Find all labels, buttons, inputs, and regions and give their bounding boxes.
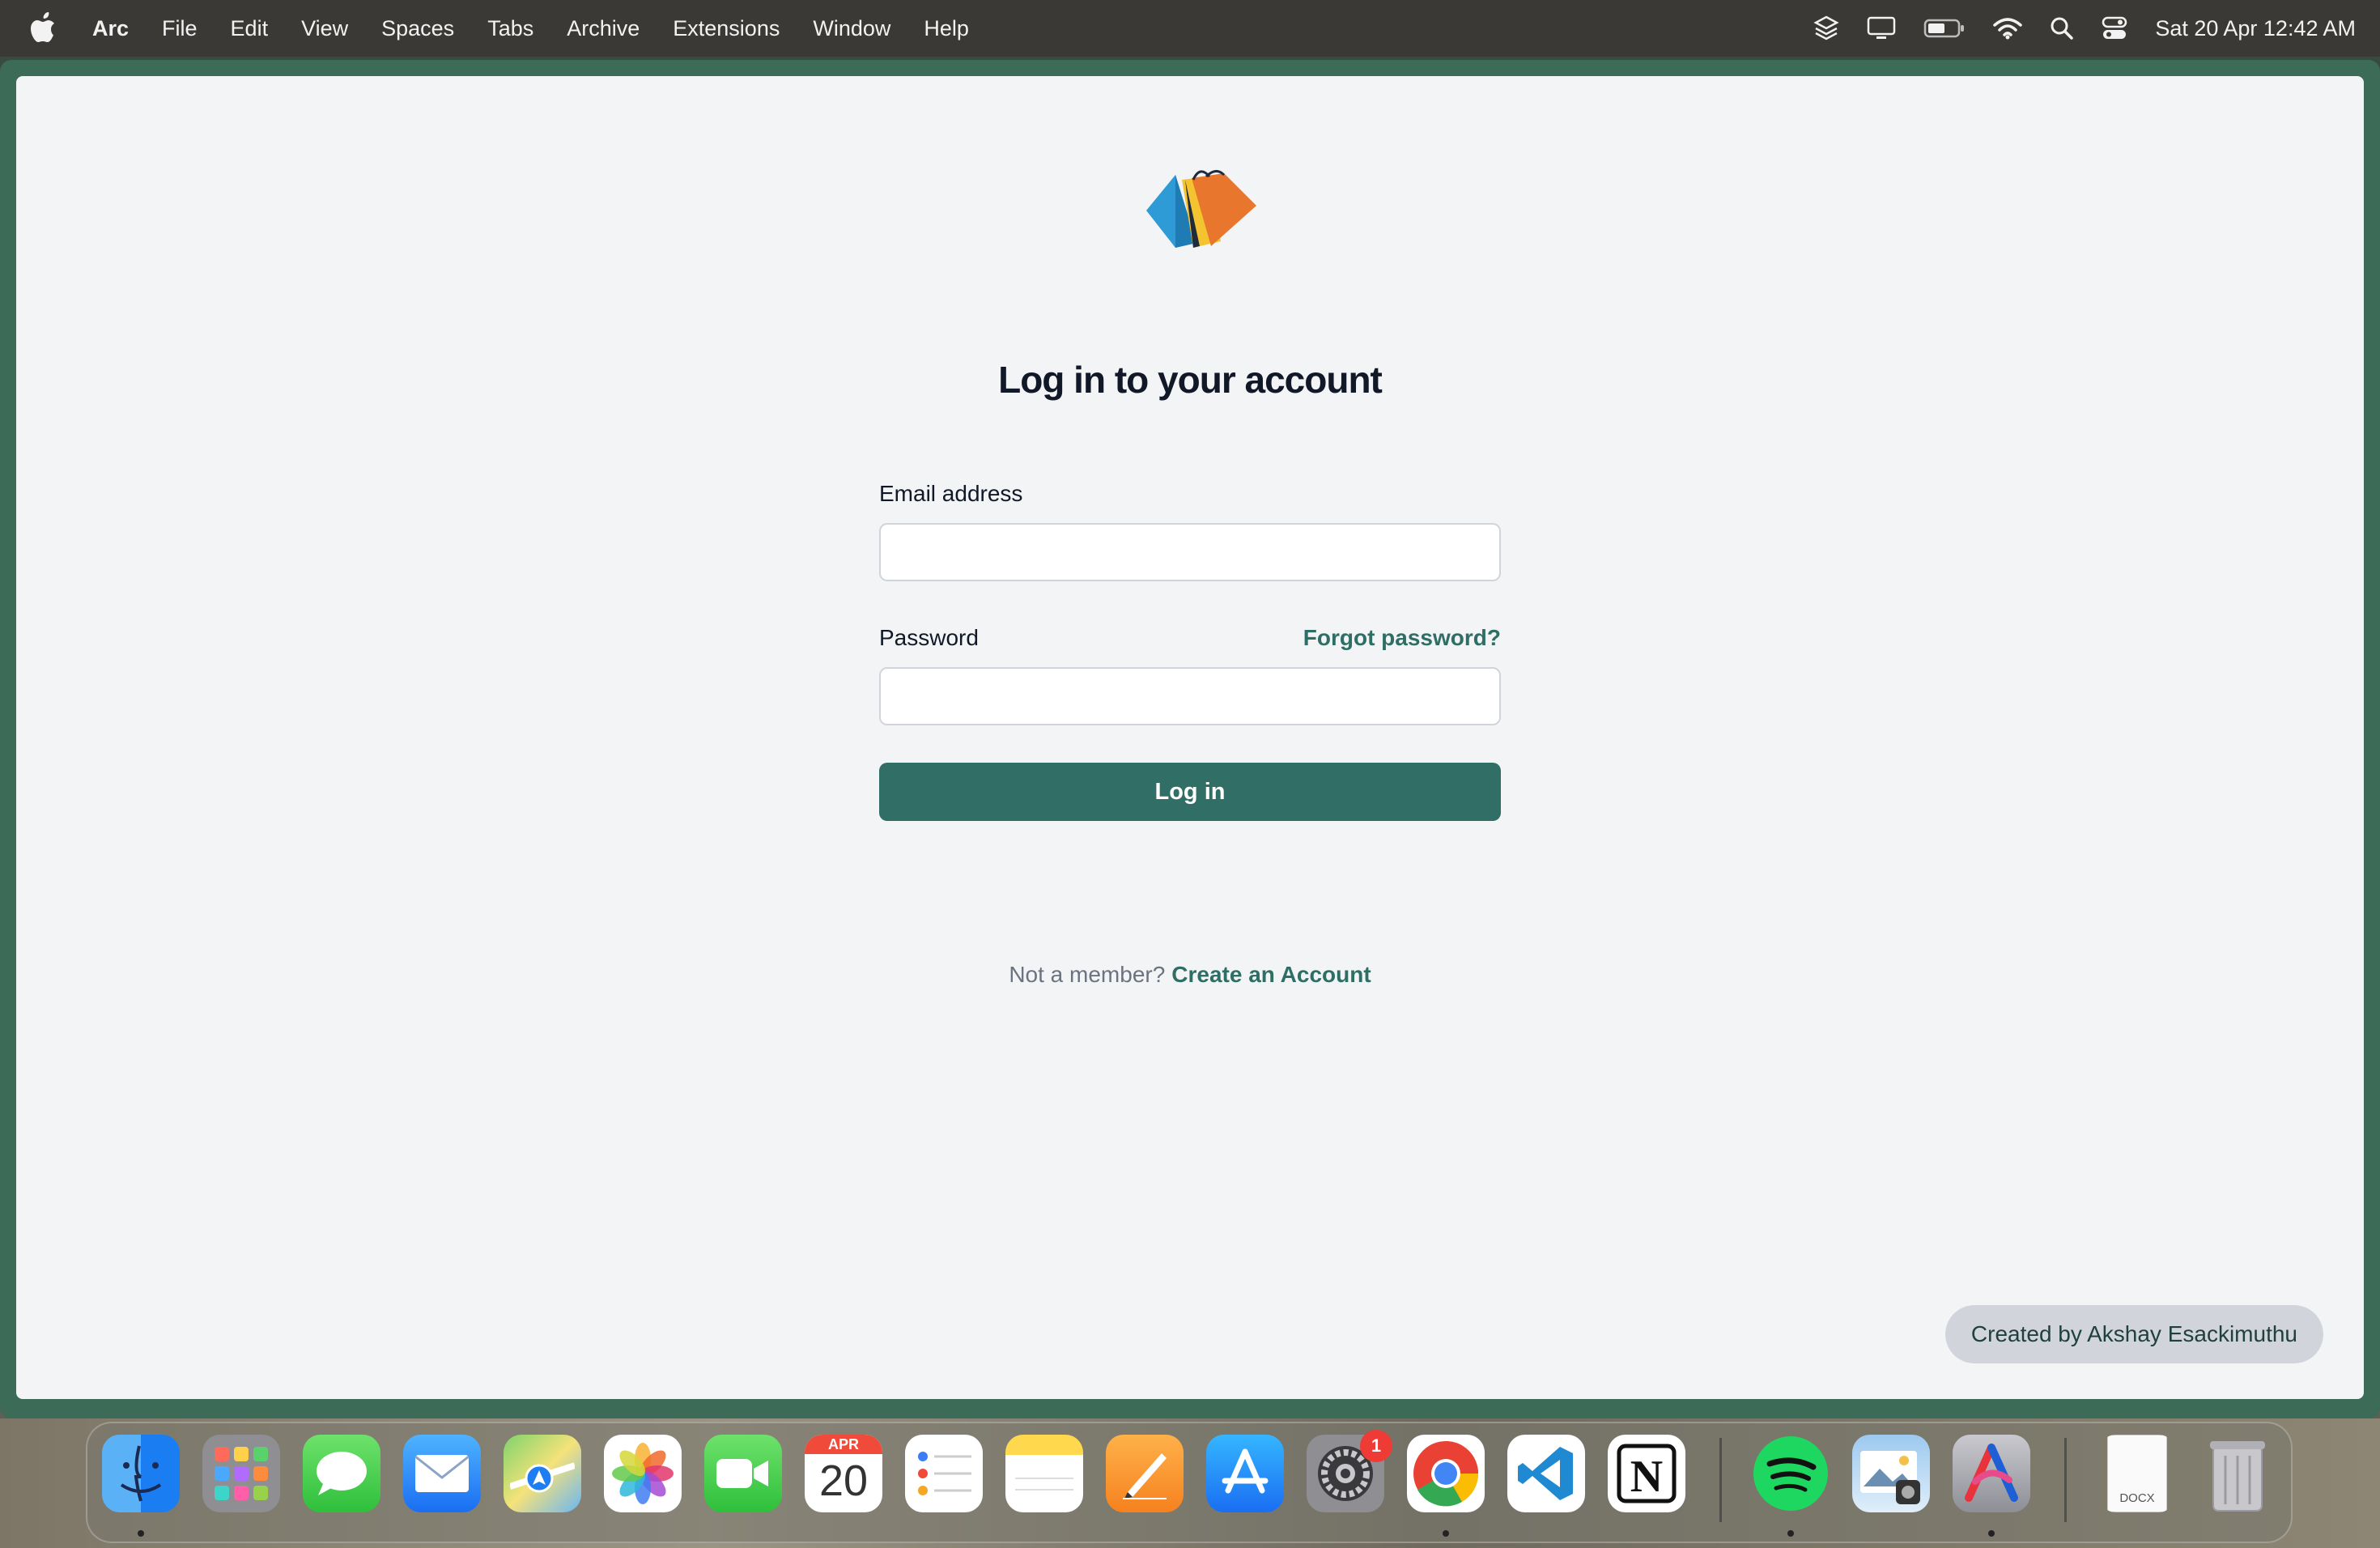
email-label: Email address <box>879 481 1023 506</box>
menu-spaces[interactable]: Spaces <box>381 16 454 41</box>
spotify-icon[interactable] <box>1752 1435 1830 1512</box>
battery-icon[interactable] <box>1923 18 1966 39</box>
calendar-day: 20 <box>818 1457 869 1505</box>
login-form: Email address Password Forgot password? … <box>879 481 1501 821</box>
docx-file-icon[interactable]: DOCX <box>2098 1435 2176 1512</box>
menu-edit[interactable]: Edit <box>231 16 269 41</box>
settings-notification-badge: 1 <box>1360 1430 1392 1462</box>
maps-icon[interactable] <box>504 1435 581 1512</box>
calendar-month: APR <box>805 1435 882 1454</box>
display-icon[interactable] <box>1867 16 1896 40</box>
create-account-link[interactable]: Create an Account <box>1171 962 1371 987</box>
chrome-running-dot <box>1443 1530 1449 1537</box>
reminders-icon[interactable] <box>905 1435 983 1512</box>
dock-separator <box>2064 1438 2067 1522</box>
notion-icon[interactable]: N <box>1608 1435 1685 1512</box>
email-field[interactable] <box>879 523 1501 581</box>
pages-icon[interactable] <box>1106 1435 1184 1512</box>
finder-running-dot <box>138 1530 144 1537</box>
calendar-icon[interactable]: APR 20 <box>805 1435 882 1512</box>
messages-icon[interactable] <box>303 1435 380 1512</box>
photos-icon[interactable] <box>604 1435 682 1512</box>
menu-app-name[interactable]: Arc <box>92 16 129 41</box>
login-button[interactable]: Log in <box>879 763 1501 821</box>
chrome-icon[interactable] <box>1407 1435 1485 1512</box>
trash-icon[interactable] <box>2199 1435 2276 1512</box>
password-label: Password <box>879 625 979 650</box>
signup-prompt-text: Not a member? <box>1009 962 1166 987</box>
app-store-icon[interactable] <box>1206 1435 1284 1512</box>
vscode-icon[interactable] <box>1507 1435 1585 1512</box>
apple-icon[interactable] <box>29 12 57 45</box>
password-field[interactable] <box>879 667 1501 725</box>
menu-view[interactable]: View <box>301 16 348 41</box>
spotify-running-dot <box>1787 1530 1794 1537</box>
menu-file[interactable]: File <box>162 16 198 41</box>
svg-text:N: N <box>1630 1452 1663 1502</box>
menu-bar: Arc File Edit View Spaces Tabs Archive E… <box>0 0 2380 57</box>
signup-prompt: Not a member? Create an Account <box>16 962 2364 988</box>
preview-icon[interactable] <box>1852 1435 1930 1512</box>
page-title: Log in to your account <box>998 359 1383 401</box>
menu-clock[interactable]: Sat 20 Apr 12:42 AM <box>2155 16 2356 41</box>
notes-icon[interactable] <box>1005 1435 1083 1512</box>
login-page: Log in to your account Email address Pas… <box>16 76 2364 1399</box>
forgot-password-link[interactable]: Forgot password? <box>1303 625 1501 651</box>
menu-archive[interactable]: Archive <box>567 16 640 41</box>
dock-separator <box>1719 1438 1722 1522</box>
credit-badge[interactable]: Created by Akshay Esackimuthu <box>1944 1305 2323 1363</box>
mail-icon[interactable] <box>403 1435 481 1512</box>
affinity-icon[interactable] <box>1953 1435 2030 1512</box>
launchpad-icon[interactable] <box>202 1435 280 1512</box>
menu-help[interactable]: Help <box>924 16 969 41</box>
affinity-running-dot <box>1988 1530 1995 1537</box>
search-icon[interactable] <box>2050 16 2074 40</box>
finder-icon[interactable] <box>102 1435 180 1512</box>
control-center-icon[interactable] <box>2102 16 2127 40</box>
browser-window: Log in to your account Email address Pas… <box>0 60 2380 1418</box>
shopping-bags-logo <box>1146 170 1256 248</box>
menu-extensions[interactable]: Extensions <box>673 16 780 41</box>
menu-tabs[interactable]: Tabs <box>487 16 533 41</box>
layers-icon[interactable] <box>1813 15 1839 42</box>
facetime-icon[interactable] <box>704 1435 782 1512</box>
wifi-icon[interactable] <box>1993 17 2023 40</box>
menu-window[interactable]: Window <box>813 16 890 41</box>
docx-file-label: DOCX <box>2119 1491 2155 1505</box>
